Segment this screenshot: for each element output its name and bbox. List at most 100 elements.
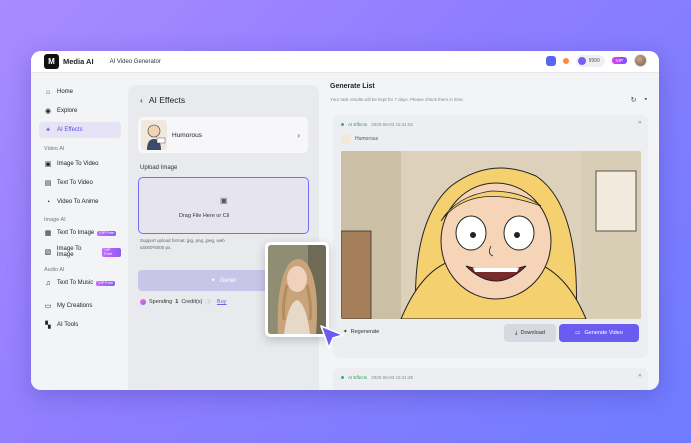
sidebar-item-home[interactable]: ⌂ Home <box>39 84 121 100</box>
app-window: M Media AI AI Video Generator 9999 VIP ⌂… <box>31 51 659 390</box>
home-icon: ⌂ <box>45 88 51 96</box>
generate-video-label: Generate Video <box>584 330 623 336</box>
spending-count: 1 <box>175 299 179 305</box>
sidebar-item-label: Text To Music <box>57 280 94 286</box>
sidebar-item-video-to-anime[interactable]: ◔ Video To Anime <box>39 194 121 210</box>
task-meta: AI Effects 2025-06-03 15:41:35 <box>341 375 413 380</box>
download-button[interactable]: ⤓ Download <box>504 324 556 342</box>
video-icon: ▭ <box>575 330 581 336</box>
effects-panel: ‹ AI Effects Humorous › Upload Image ▣ D… <box>128 85 319 390</box>
sidebar-item-text-to-image[interactable]: ▦ Text To Image VIP Free <box>39 225 121 241</box>
chevron-right-icon: › <box>297 130 300 140</box>
close-icon[interactable]: ✕ <box>638 120 642 126</box>
download-label: Download <box>520 330 545 336</box>
upload-hint: Support upload format: jpg, png, jpeg, w… <box>140 238 270 251</box>
status-dot-icon <box>341 123 344 126</box>
regenerate-label: Regenerate <box>350 329 380 335</box>
folder-icon: ▭ <box>44 303 52 310</box>
sidebar-item-text-to-music[interactable]: ♫ Text To Music VIP Free <box>39 275 121 291</box>
task-tag: AI Effects <box>348 375 368 380</box>
upload-dropzone[interactable]: ▣ Drag File Here or Cli <box>138 177 309 234</box>
generate-video-button[interactable]: ▭ Generate Video <box>559 324 639 342</box>
music-icon: ♫ <box>45 279 51 287</box>
sidebar-item-label: AI Tools <box>57 322 79 328</box>
credit-coin-icon <box>577 56 586 65</box>
sparkle-icon: ✦ <box>210 278 216 284</box>
text-video-icon: ▤ <box>44 180 52 187</box>
credit-coin-icon <box>140 299 146 305</box>
spending-info: Spending 1 Credit(s) ⓘ Buy <box>140 298 226 306</box>
credits-count: 9999 <box>588 57 600 64</box>
result-image[interactable] <box>341 151 641 319</box>
task-timestamp: 2025-06-03 15:41:35 <box>371 375 413 380</box>
sidebar-item-label: AI Effects <box>57 127 83 133</box>
upload-label: Upload Image <box>140 165 178 171</box>
spending-suffix: Credit(s) <box>181 299 203 305</box>
sidebar-item-label: Image To Video <box>57 161 99 167</box>
sparkle-icon: ✦ <box>45 127 51 134</box>
image-convert-icon: ▧ <box>44 249 52 256</box>
buy-link[interactable]: Buy <box>217 299 226 305</box>
effect-thumbnail <box>141 120 167 150</box>
generate-list: Generate List Your task results will be … <box>328 73 659 390</box>
sidebar-item-label: Text To Video <box>57 180 93 186</box>
top-bar: M Media AI AI Video Generator 9999 VIP <box>31 51 659 73</box>
discord-icon[interactable] <box>545 55 556 66</box>
anime-icon: ◔ <box>45 198 51 206</box>
sidebar-item-image-to-video[interactable]: ▣ Image To Video <box>39 156 121 172</box>
back-icon[interactable]: ‹ <box>140 95 143 105</box>
effect-selector[interactable]: Humorous › <box>138 117 308 153</box>
vip-free-badge: VIP Free <box>102 247 121 257</box>
section-label-video-ai: Video AI <box>44 146 65 152</box>
sidebar-item-explore[interactable]: ◉ Explore <box>39 103 121 119</box>
image-upload-icon: ▣ <box>220 196 228 205</box>
task-timestamp: 2025-06-03 15:41:52 <box>371 122 413 127</box>
sidebar-item-label: Text To Image <box>57 230 95 236</box>
vip-badge[interactable]: VIP <box>611 57 627 64</box>
trash-icon[interactable]: ▪ <box>645 96 647 104</box>
regenerate-button[interactable]: ✦ Regenerate <box>343 329 379 335</box>
app-logo[interactable]: M <box>44 54 59 69</box>
user-avatar[interactable] <box>634 54 647 67</box>
cursor-arrow-icon <box>320 325 344 349</box>
task-tag: AI Effects <box>348 122 368 127</box>
vip-free-badge: VIP Free <box>96 280 116 286</box>
task-card: AI Effects 2025-06-03 15:41:35 ✕ <box>333 368 648 390</box>
download-icon: ⤓ <box>515 329 518 336</box>
sidebar: ⌂ Home ◉ Explore ✦ AI Effects Video AI ▣… <box>31 73 128 390</box>
grid-icon: ▚ <box>45 322 51 329</box>
top-right-actions: 9999 VIP <box>545 54 647 67</box>
sidebar-item-text-to-video[interactable]: ▤ Text To Video <box>39 175 121 191</box>
help-icon[interactable]: ⓘ <box>205 298 211 306</box>
refresh-icon[interactable]: ↻ <box>631 96 637 104</box>
section-label-image-ai: Image AI <box>44 217 66 223</box>
effect-name: Humorous <box>172 131 202 139</box>
sidebar-item-image-to-image[interactable]: ▧ Image To Image VIP Free <box>39 244 121 260</box>
effect-thumbnail <box>341 134 351 144</box>
status-dot-icon <box>341 376 344 379</box>
section-label-audio-ai: Audio AI <box>44 267 65 273</box>
tool-title: AI Video Generator <box>109 58 161 65</box>
list-tools: ↻ ▪ <box>631 96 647 104</box>
task-meta: AI Effects 2025-06-03 15:41:52 <box>341 122 413 127</box>
upload-hint-size: ≤6000*6000 px. <box>140 244 172 250</box>
task-effect: Humorous <box>341 134 378 144</box>
credits-pill[interactable]: 9999 <box>575 54 605 67</box>
brand-name: Media AI <box>63 57 94 66</box>
task-card: AI Effects 2025-06-03 15:41:52 ✕ Humorou… <box>333 115 648 358</box>
sidebar-item-ai-effects[interactable]: ✦ AI Effects <box>39 122 121 138</box>
uploaded-photo <box>268 245 326 334</box>
notification-icon[interactable] <box>562 57 569 64</box>
task-effect-name: Humorous <box>355 136 379 142</box>
generate-label: Gener <box>219 277 237 284</box>
image-icon: ▦ <box>44 230 52 237</box>
sidebar-item-my-creations[interactable]: ▭ My Creations <box>39 298 121 314</box>
sidebar-item-label: Explore <box>57 108 78 114</box>
sidebar-item-label: My Creations <box>57 303 93 309</box>
sidebar-item-label: Home <box>57 89 74 95</box>
sidebar-item-label: Image To Image <box>56 246 82 258</box>
compass-icon: ◉ <box>44 108 52 115</box>
sidebar-item-ai-tools[interactable]: ▚ AI Tools <box>39 317 121 333</box>
close-icon[interactable]: ✕ <box>638 373 642 379</box>
spending-prefix: Spending <box>149 299 173 305</box>
